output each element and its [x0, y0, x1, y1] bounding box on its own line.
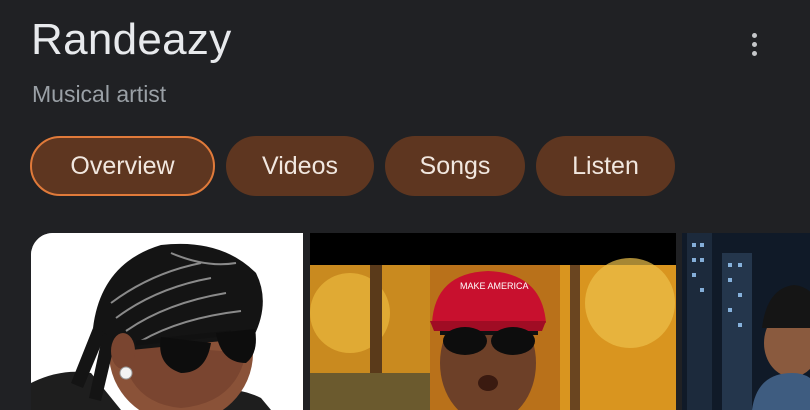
cap-text: MAKE AMERICA — [460, 281, 529, 291]
more-options-button[interactable] — [740, 28, 768, 60]
more-vert-icon — [751, 32, 757, 38]
tab-songs[interactable]: Songs — [385, 136, 525, 196]
portrait-illustration — [31, 233, 303, 410]
tab-videos[interactable]: Videos — [226, 136, 374, 196]
city-night-photo — [682, 233, 810, 410]
entity-subtitle: Musical artist — [32, 81, 167, 107]
video-thumbnail-image[interactable]: MAKE AMERICA — [310, 233, 676, 410]
tab-label: Overview — [70, 151, 175, 180]
video-frame: MAKE AMERICA — [310, 233, 676, 410]
tab-overview[interactable]: Overview — [30, 136, 215, 196]
tab-label: Songs — [419, 151, 491, 180]
artist-portrait-image[interactable] — [31, 233, 303, 410]
entity-title: Randeazy — [31, 15, 232, 64]
tab-label: Videos — [262, 151, 338, 180]
tab-label: Listen — [572, 151, 639, 180]
tab-listen[interactable]: Listen — [536, 136, 675, 196]
image-carousel: MAKE AMERICA — [0, 233, 810, 410]
artist-photo-image[interactable] — [682, 233, 810, 410]
